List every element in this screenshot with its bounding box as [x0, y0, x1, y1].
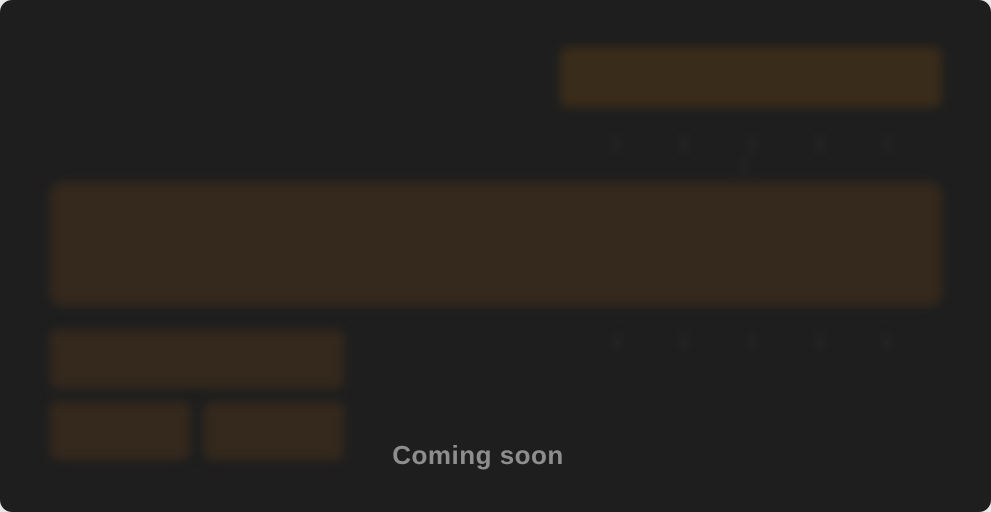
timeline-separator: [683, 137, 686, 151]
timeline-separator: [683, 335, 686, 349]
placeholder-card-wide: [50, 330, 344, 388]
timeline-separator: [751, 335, 754, 349]
progress-bar-block: [50, 182, 942, 306]
timeline-marker: [743, 158, 745, 174]
timeline-top: [562, 136, 942, 152]
timeline-separator: [818, 335, 821, 349]
timeline-separator: [818, 137, 821, 151]
coming-soon-label: Coming soon: [392, 440, 564, 470]
coming-soon-panel: Coming soon: [0, 0, 991, 512]
timeline-separator: [615, 335, 618, 349]
timeline-separator: [886, 335, 889, 349]
timeline-separator: [886, 137, 889, 151]
blurred-preview: [0, 0, 991, 512]
primary-action-button: [560, 47, 942, 107]
timeline-bottom: [562, 334, 942, 350]
timeline-separator: [751, 137, 754, 151]
timeline-separator: [615, 137, 618, 151]
